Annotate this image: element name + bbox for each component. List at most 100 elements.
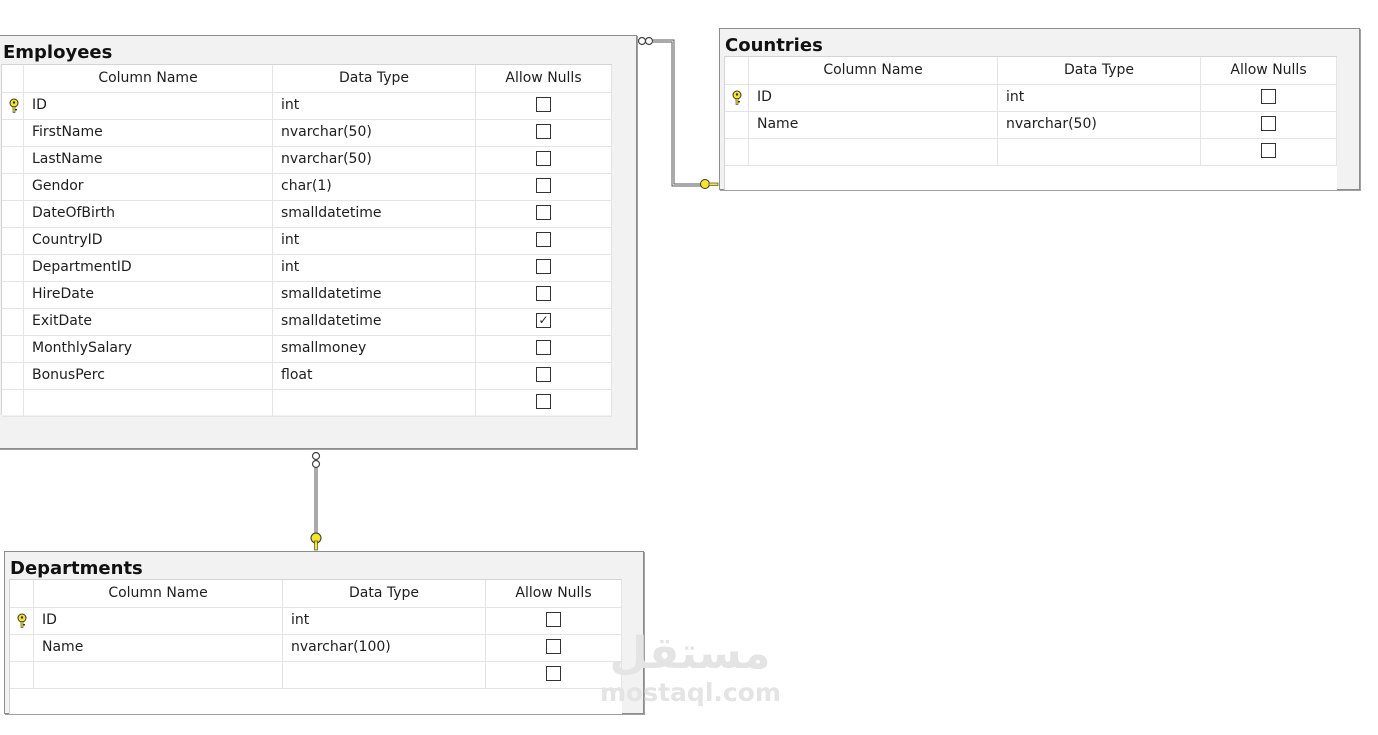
row-selector[interactable] [10, 607, 34, 634]
data-type-cell[interactable]: int [283, 607, 486, 634]
data-type-header[interactable]: Data Type [998, 57, 1201, 84]
row-selector[interactable] [2, 92, 24, 119]
data-type-cell[interactable]: nvarchar(100) [283, 634, 486, 661]
allow-nulls-checkbox[interactable] [546, 638, 561, 654]
row-selector[interactable] [2, 119, 24, 146]
data-type-cell[interactable]: int [273, 254, 476, 281]
table-row[interactable]: ID int [725, 84, 1337, 112]
data-type-cell[interactable] [273, 389, 476, 416]
table-row[interactable]: ID int [2, 92, 612, 120]
column-name-cell[interactable]: FirstName [24, 119, 273, 146]
column-name-cell[interactable]: ID [34, 607, 283, 634]
column-name-cell[interactable]: MonthlySalary [24, 335, 273, 362]
row-selector[interactable] [2, 362, 24, 389]
column-name-header[interactable]: Column Name [24, 65, 273, 92]
relationship-employees-departments[interactable] [305, 447, 327, 553]
column-name-cell[interactable]: Gendor [24, 173, 273, 200]
allow-nulls-checkbox[interactable] [536, 204, 551, 220]
column-name-cell[interactable]: ID [24, 92, 273, 119]
table-row[interactable]: FirstName nvarchar(50) [2, 119, 612, 147]
data-type-cell[interactable]: smalldatetime [273, 200, 476, 227]
allow-nulls-header[interactable]: Allow Nulls [486, 580, 622, 607]
data-type-cell[interactable] [998, 138, 1201, 165]
allow-nulls-checkbox[interactable] [536, 150, 551, 166]
countries-table[interactable]: Countries Column Name Data Type Allow Nu… [719, 28, 1360, 190]
row-selector[interactable] [2, 146, 24, 173]
departments-table[interactable]: Departments Column Name Data Type Allow … [4, 551, 644, 714]
column-name-cell[interactable] [34, 661, 283, 688]
allow-nulls-checkbox[interactable] [536, 177, 551, 193]
data-type-cell[interactable]: smalldatetime [273, 308, 476, 335]
data-type-cell[interactable]: smallmoney [273, 335, 476, 362]
table-row[interactable]: Gendor char(1) [2, 173, 612, 201]
column-name-cell[interactable]: LastName [24, 146, 273, 173]
allow-nulls-checkbox[interactable] [536, 339, 551, 355]
row-selector[interactable] [725, 111, 749, 138]
column-name-cell[interactable]: HireDate [24, 281, 273, 308]
table-row[interactable]: BonusPerc float [2, 362, 612, 390]
table-row[interactable]: ExitDate smalldatetime ✓ [2, 308, 612, 336]
column-name-cell[interactable]: Name [34, 634, 283, 661]
table-row[interactable] [725, 138, 1337, 166]
allow-nulls-checkbox[interactable] [1261, 142, 1276, 158]
allow-nulls-header[interactable]: Allow Nulls [1201, 57, 1337, 84]
data-type-cell[interactable]: int [998, 84, 1201, 111]
allow-nulls-checkbox[interactable] [546, 665, 561, 681]
table-row[interactable]: CountryID int [2, 227, 612, 255]
allow-nulls-checkbox[interactable] [536, 258, 551, 274]
row-selector[interactable] [2, 254, 24, 281]
row-selector[interactable] [10, 634, 34, 661]
row-selector[interactable] [10, 661, 34, 688]
column-name-cell[interactable]: BonusPerc [24, 362, 273, 389]
column-name-cell[interactable] [24, 389, 273, 416]
employees-table[interactable]: Employees Column Name Data Type Allow Nu… [0, 35, 637, 449]
allow-nulls-checkbox[interactable] [536, 366, 551, 382]
column-name-cell[interactable]: DateOfBirth [24, 200, 273, 227]
data-type-cell[interactable]: nvarchar(50) [273, 146, 476, 173]
data-type-header[interactable]: Data Type [283, 580, 486, 607]
column-name-cell[interactable] [749, 138, 998, 165]
row-selector[interactable] [2, 281, 24, 308]
relationship-employees-countries[interactable] [634, 34, 724, 192]
data-type-cell[interactable] [283, 661, 486, 688]
data-type-header[interactable]: Data Type [273, 65, 476, 92]
allow-nulls-checkbox[interactable] [536, 285, 551, 301]
allow-nulls-checkbox[interactable] [536, 231, 551, 247]
table-row[interactable]: MonthlySalary smallmoney [2, 335, 612, 363]
table-row[interactable]: Name nvarchar(100) [10, 634, 622, 662]
column-name-cell[interactable]: DepartmentID [24, 254, 273, 281]
table-row[interactable]: ID int [10, 607, 622, 635]
data-type-cell[interactable]: nvarchar(50) [998, 111, 1201, 138]
data-type-cell[interactable]: int [273, 92, 476, 119]
data-type-cell[interactable]: char(1) [273, 173, 476, 200]
data-type-cell[interactable]: float [273, 362, 476, 389]
table-row[interactable]: DepartmentID int [2, 254, 612, 282]
allow-nulls-checkbox[interactable] [546, 611, 561, 627]
row-selector[interactable] [2, 389, 24, 416]
row-selector[interactable] [725, 84, 749, 111]
data-type-cell[interactable]: nvarchar(50) [273, 119, 476, 146]
row-selector[interactable] [2, 227, 24, 254]
column-name-cell[interactable]: CountryID [24, 227, 273, 254]
table-row[interactable] [2, 389, 612, 417]
row-selector[interactable] [2, 335, 24, 362]
allow-nulls-checkbox[interactable] [536, 123, 551, 139]
table-row[interactable]: DateOfBirth smalldatetime [2, 200, 612, 228]
data-type-cell[interactable]: smalldatetime [273, 281, 476, 308]
table-row[interactable]: Name nvarchar(50) [725, 111, 1337, 139]
column-name-cell[interactable]: ID [749, 84, 998, 111]
allow-nulls-header[interactable]: Allow Nulls [476, 65, 612, 92]
row-selector[interactable] [2, 173, 24, 200]
column-name-header[interactable]: Column Name [749, 57, 998, 84]
column-name-cell[interactable]: ExitDate [24, 308, 273, 335]
column-name-cell[interactable]: Name [749, 111, 998, 138]
allow-nulls-checkbox[interactable] [1261, 115, 1276, 131]
allow-nulls-checkbox[interactable] [536, 393, 551, 409]
table-row[interactable]: HireDate smalldatetime [2, 281, 612, 309]
row-selector[interactable] [2, 200, 24, 227]
allow-nulls-checkbox[interactable] [536, 96, 551, 112]
table-row[interactable]: LastName nvarchar(50) [2, 146, 612, 174]
data-type-cell[interactable]: int [273, 227, 476, 254]
row-selector[interactable] [725, 138, 749, 165]
table-row[interactable] [10, 661, 622, 689]
